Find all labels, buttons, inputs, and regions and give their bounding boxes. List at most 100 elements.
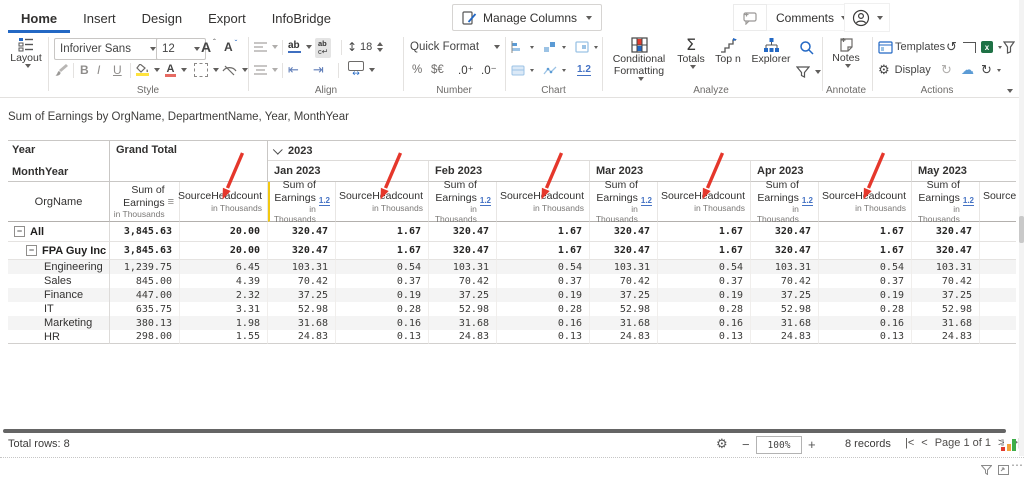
value-cell[interactable]: 0.54 — [336, 260, 429, 274]
collapse-ribbon-button[interactable] — [1004, 85, 1013, 97]
value-cell[interactable]: 0.13 — [336, 330, 429, 344]
row-sales[interactable]: Sales — [8, 274, 110, 288]
stepper-arrows[interactable] — [377, 42, 383, 52]
value-cell[interactable]: 1.67 — [819, 242, 912, 260]
value-cell[interactable]: 3,845.63 — [110, 242, 180, 260]
value-cell[interactable]: 0.28 — [497, 302, 590, 316]
value-cell[interactable]: 3.31 — [180, 302, 268, 316]
value-cell[interactable]: 845.00 — [110, 274, 180, 288]
value-cell[interactable]: 0.16 — [658, 316, 751, 330]
value-cell[interactable]: 0.16 — [497, 316, 590, 330]
tab-design[interactable]: Design — [129, 4, 195, 33]
value-cell[interactable]: 70.42 — [268, 274, 336, 288]
tab-export[interactable]: Export — [195, 4, 259, 33]
row-finance[interactable]: Finance — [8, 288, 110, 302]
row-it[interactable]: IT — [8, 302, 110, 316]
filter-button[interactable] — [796, 63, 821, 81]
increase-decimal-button[interactable]: .0⁺ — [458, 61, 474, 79]
value-cell[interactable]: 70.42 — [912, 274, 980, 288]
value-cell[interactable]: 24.83 — [751, 330, 819, 344]
value-cell[interactable]: 320.47 — [912, 242, 980, 260]
value-cell[interactable]: 31.68 — [429, 316, 497, 330]
value-cell[interactable]: 0.28 — [336, 302, 429, 316]
value-cell[interactable]: 380.13 — [110, 316, 180, 330]
focus-mode-icon[interactable] — [998, 462, 1009, 480]
add-comment-icon[interactable] — [733, 4, 767, 31]
value-cell[interactable]: 0.37 — [497, 274, 590, 288]
tab-home[interactable]: Home — [8, 4, 70, 33]
value-cell[interactable]: 1.67 — [658, 222, 751, 242]
refresh-button[interactable]: ↻ — [981, 61, 1001, 79]
zoom-in-button[interactable]: + — [808, 437, 816, 452]
tab-insert[interactable]: Insert — [70, 4, 129, 33]
value-cell[interactable]: 1.67 — [336, 242, 429, 260]
earnings-column-header[interactable]: Sum of Earningsin Thousands1.2 — [590, 182, 658, 222]
bold-button[interactable]: B — [80, 61, 94, 79]
bar-chart-button[interactable] — [511, 38, 534, 56]
notes-button[interactable]: Notes — [828, 37, 864, 68]
vertical-align-button[interactable] — [254, 61, 278, 79]
row-engineering[interactable]: Engineering — [8, 260, 110, 274]
value-cell[interactable]: 1,239.75 — [110, 260, 180, 274]
earnings-column-header[interactable]: Sum of Earningsin Thousands1.2 — [429, 182, 497, 222]
headcount-column-header[interactable]: SourceHeadcountin Thousands — [497, 182, 590, 222]
value-cell[interactable]: 3,845.63 — [110, 222, 180, 242]
currency-format-button[interactable]: $€ — [431, 61, 444, 79]
value-cell[interactable]: 20.00 — [180, 222, 268, 242]
value-cell[interactable]: 52.98 — [590, 302, 658, 316]
settings-gear-icon[interactable]: ⚙ — [716, 437, 728, 452]
value-cell[interactable]: 0.19 — [497, 288, 590, 302]
value-cell[interactable]: 4.39 — [180, 274, 268, 288]
value-cell[interactable]: 70.42 — [751, 274, 819, 288]
wrap-text-button[interactable]: ab c↵ — [315, 38, 331, 58]
sparkline-button[interactable] — [543, 61, 566, 79]
prev-page-button[interactable]: < — [921, 437, 927, 449]
value-cell[interactable]: 447.00 — [110, 288, 180, 302]
combo-chart-button[interactable] — [543, 38, 566, 56]
publish-cloud-button[interactable]: ☁ — [961, 61, 974, 79]
shrink-font-button[interactable]: Aˇ — [224, 38, 237, 56]
value-cell[interactable]: 0.16 — [336, 316, 429, 330]
column-menu-icon[interactable]: ≡ — [168, 196, 174, 208]
value-cell[interactable]: 37.25 — [751, 288, 819, 302]
redo-button[interactable]: ↻ — [941, 61, 952, 79]
format-painter-button[interactable] — [54, 61, 69, 79]
value-cell[interactable]: 320.47 — [429, 242, 497, 260]
collapse-toggle-icon[interactable]: − — [26, 245, 37, 256]
fill-color-button[interactable] — [136, 61, 160, 79]
value-cell[interactable]: 24.83 — [429, 330, 497, 344]
value-cell[interactable]: 37.25 — [429, 288, 497, 302]
value-cell[interactable]: 320.47 — [751, 242, 819, 260]
value-cell[interactable]: 298.00 — [110, 330, 180, 344]
explorer-button[interactable]: Explorer — [748, 37, 794, 65]
grand-total-header[interactable]: Grand Total — [110, 140, 268, 182]
value-cell[interactable]: 37.25 — [590, 288, 658, 302]
value-cell[interactable]: 103.31 — [751, 260, 819, 274]
value-cell[interactable]: 0.37 — [819, 274, 912, 288]
value-cell[interactable]: 103.31 — [268, 260, 336, 274]
table-chart-button[interactable] — [511, 61, 534, 79]
value-cell[interactable]: 103.31 — [429, 260, 497, 274]
decrease-decimal-button[interactable]: .0⁻ — [481, 61, 497, 79]
value-cell[interactable]: 31.68 — [751, 316, 819, 330]
account-button[interactable] — [844, 3, 890, 32]
value-cell[interactable]: 24.83 — [268, 330, 336, 344]
value-cell[interactable]: 0.16 — [980, 316, 1016, 330]
value-cell[interactable]: 0.19 — [819, 288, 912, 302]
earnings-column-header[interactable]: Sum of Earningsin Thousands1.2 — [268, 182, 336, 222]
value-cell[interactable]: 1.67 — [658, 242, 751, 260]
value-cell[interactable]: 0.13 — [980, 330, 1016, 344]
value-cell[interactable]: 103.31 — [912, 260, 980, 274]
headcount-column-header[interactable]: SourceHeadcountin Thousands — [336, 182, 429, 222]
card-chart-button[interactable] — [575, 38, 598, 56]
horizontal-scrollbar[interactable] — [3, 429, 1006, 433]
row-all[interactable]: −All — [8, 222, 110, 242]
column-width-button[interactable]: ↔ — [348, 61, 375, 79]
earnings-column-header[interactable]: Sum of Earningsin Thousands1.2 — [912, 182, 980, 222]
value-cell[interactable]: 0.28 — [658, 302, 751, 316]
value-cell[interactable]: 1.67 — [497, 222, 590, 242]
value-cell[interactable]: 31.68 — [912, 316, 980, 330]
percent-format-button[interactable]: % — [412, 61, 422, 79]
number-format-icon[interactable]: 1.2 — [480, 197, 491, 207]
undo-button[interactable]: ↺ — [946, 38, 957, 56]
